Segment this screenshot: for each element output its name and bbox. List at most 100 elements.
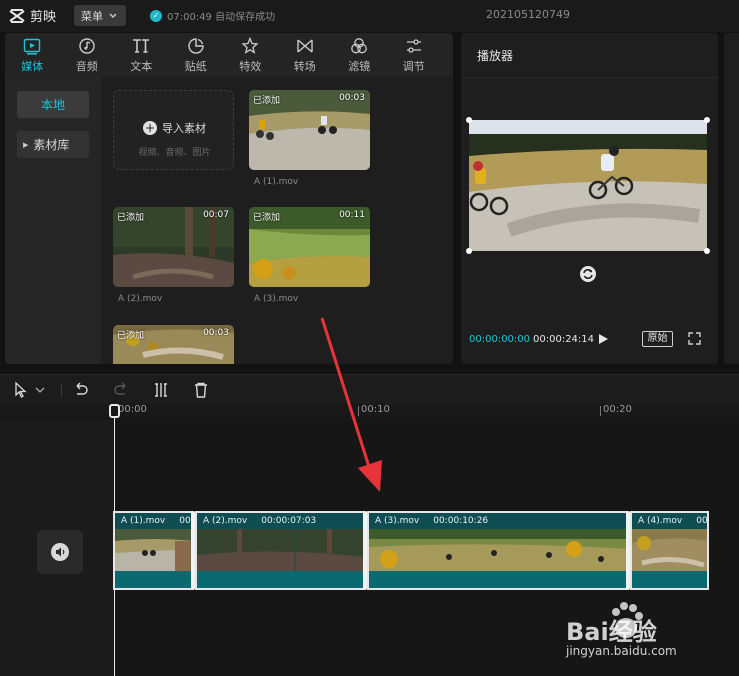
tab-filter[interactable]: 滤镜 — [332, 33, 387, 77]
tab-label: 媒体 — [21, 59, 44, 73]
tab-audio[interactable]: 音频 — [60, 33, 115, 77]
tab-text[interactable]: 文本 — [114, 33, 169, 77]
audio-waveform — [369, 571, 626, 588]
preview-video — [469, 120, 707, 251]
annotation-arrow-icon — [320, 317, 382, 492]
clip-name: A (1).mov — [121, 516, 166, 526]
clip-name: A (3).mov — [375, 516, 420, 526]
preview-frame[interactable] — [466, 117, 710, 254]
added-badge: 已添加 — [253, 213, 281, 223]
player-panel: 播放器 00:00:00:00 00:00:24:14 原始 — [461, 33, 718, 364]
audio-waveform — [115, 571, 193, 588]
clip-duration: 00:03 — [203, 328, 229, 338]
split-icon[interactable] — [152, 381, 170, 399]
play-icon[interactable] — [597, 333, 609, 345]
aspect-original-button[interactable]: 原始 — [642, 331, 673, 347]
autosave-text: 07:00:49 自动保存成功 — [167, 12, 276, 23]
chevron-down-icon — [109, 13, 117, 18]
menu-label: 菜单 — [81, 9, 103, 23]
tab-bar: 媒体 音频 文本 贴纸 特效 转场 滤镜 调节 — [5, 33, 453, 77]
tab-sticker[interactable]: 贴纸 — [169, 33, 224, 77]
tab-label: 特效 — [239, 59, 262, 73]
filter-icon — [351, 37, 368, 53]
menu-button[interactable]: 菜单 — [74, 5, 126, 26]
app-name: 剪映 — [30, 10, 57, 25]
added-badge: 已添加 — [117, 213, 145, 223]
speaker-icon — [51, 543, 69, 561]
chevron-down-icon[interactable] — [34, 381, 46, 399]
resize-handle[interactable] — [466, 248, 472, 254]
playhead[interactable] — [114, 404, 115, 676]
transition-icon — [297, 38, 313, 53]
sidebar-item-local[interactable]: 本地 — [17, 91, 89, 118]
ruler-label: 00:20 — [603, 404, 632, 415]
resize-handle[interactable] — [704, 248, 710, 254]
project-name: 202105120749 — [486, 8, 570, 21]
divider — [461, 77, 718, 78]
tab-label: 文本 — [130, 59, 153, 73]
clip-duration: 00:00:07:03 — [261, 516, 317, 526]
select-cursor-icon[interactable] — [12, 381, 30, 399]
tick-mark — [600, 406, 601, 416]
watermark-brand: Bai经验 — [566, 618, 657, 646]
ruler-label: 00:00 — [118, 404, 147, 415]
clip-duration: 00:07 — [203, 210, 229, 220]
timeline-clip[interactable]: A (1).mov 00 — [113, 511, 193, 590]
undo-icon[interactable] — [72, 381, 90, 399]
divider — [61, 383, 62, 397]
import-hint: 视频、音频、图片 — [138, 148, 211, 158]
media-clip[interactable]: 已添加 00:03 — [249, 90, 370, 170]
audio-icon — [79, 37, 95, 54]
tab-media[interactable]: 媒体 — [5, 33, 60, 77]
media-clip[interactable]: 已添加 00:07 — [113, 207, 234, 287]
baidu-watermark: Bai经验 jingyan.baidu.com — [560, 588, 730, 668]
redo-icon[interactable] — [112, 381, 130, 399]
effects-icon — [241, 36, 259, 54]
clip-name: A (2).mov — [203, 516, 248, 526]
timeline-clip[interactable]: A (3).mov 00:00:10:26 — [367, 511, 628, 590]
app-logo: 剪映 — [8, 6, 56, 25]
mute-track-button[interactable] — [37, 530, 83, 574]
tab-transition[interactable]: 转场 — [278, 33, 333, 77]
tab-label: 音频 — [75, 59, 98, 73]
tab-label: 滤镜 — [348, 59, 371, 73]
clip-duration: 00:03 — [339, 93, 365, 103]
added-badge: 已添加 — [117, 331, 145, 341]
player-title: 播放器 — [477, 49, 514, 63]
clip-name: A (1).mov — [254, 177, 299, 187]
tab-effects[interactable]: 特效 — [223, 33, 278, 77]
tab-label: 贴纸 — [184, 59, 207, 73]
timeline-clip[interactable]: A (4).mov 00 — [630, 511, 709, 590]
clip-thumbnails — [369, 529, 626, 573]
sticker-icon — [188, 37, 204, 54]
media-clip[interactable]: 已添加 00:03 — [113, 325, 234, 364]
clip-name: A (3).mov — [254, 294, 299, 304]
fullscreen-icon[interactable] — [688, 332, 701, 345]
clip-thumbnails — [197, 529, 363, 573]
timeline-clip[interactable]: A (2).mov 00:00:07:03 — [195, 511, 365, 590]
import-media-button[interactable]: + 导入素材 视频、音频、图片 — [113, 90, 234, 170]
clip-name: A (4).mov — [638, 516, 683, 526]
media-clip[interactable]: 已添加 00:11 — [249, 207, 370, 287]
watermark-url: jingyan.baidu.com — [566, 644, 677, 658]
clip-name: A (2).mov — [118, 294, 163, 304]
current-time: 00:00:00:00 — [469, 334, 531, 345]
tab-label: 转场 — [293, 59, 316, 73]
media-icon — [24, 38, 41, 54]
sidebar-item-library[interactable]: ▶ 素材库 — [17, 131, 89, 158]
resize-handle[interactable] — [704, 117, 710, 123]
playhead-handle[interactable] — [109, 404, 120, 418]
delete-icon[interactable] — [192, 381, 210, 399]
audio-waveform — [632, 571, 707, 588]
properties-panel-edge — [724, 33, 739, 364]
clip-thumbnails — [115, 529, 193, 573]
clip-duration: 00 — [696, 516, 707, 526]
tab-adjust[interactable]: 调节 — [387, 33, 442, 77]
resize-handle[interactable] — [466, 117, 472, 123]
plus-icon: + — [143, 121, 157, 135]
autosave-status: ✓ 07:00:49 自动保存成功 — [150, 8, 275, 23]
rotate-icon[interactable] — [579, 265, 597, 283]
added-badge: 已添加 — [253, 96, 281, 106]
audio-waveform — [197, 571, 363, 588]
text-icon — [133, 38, 150, 53]
